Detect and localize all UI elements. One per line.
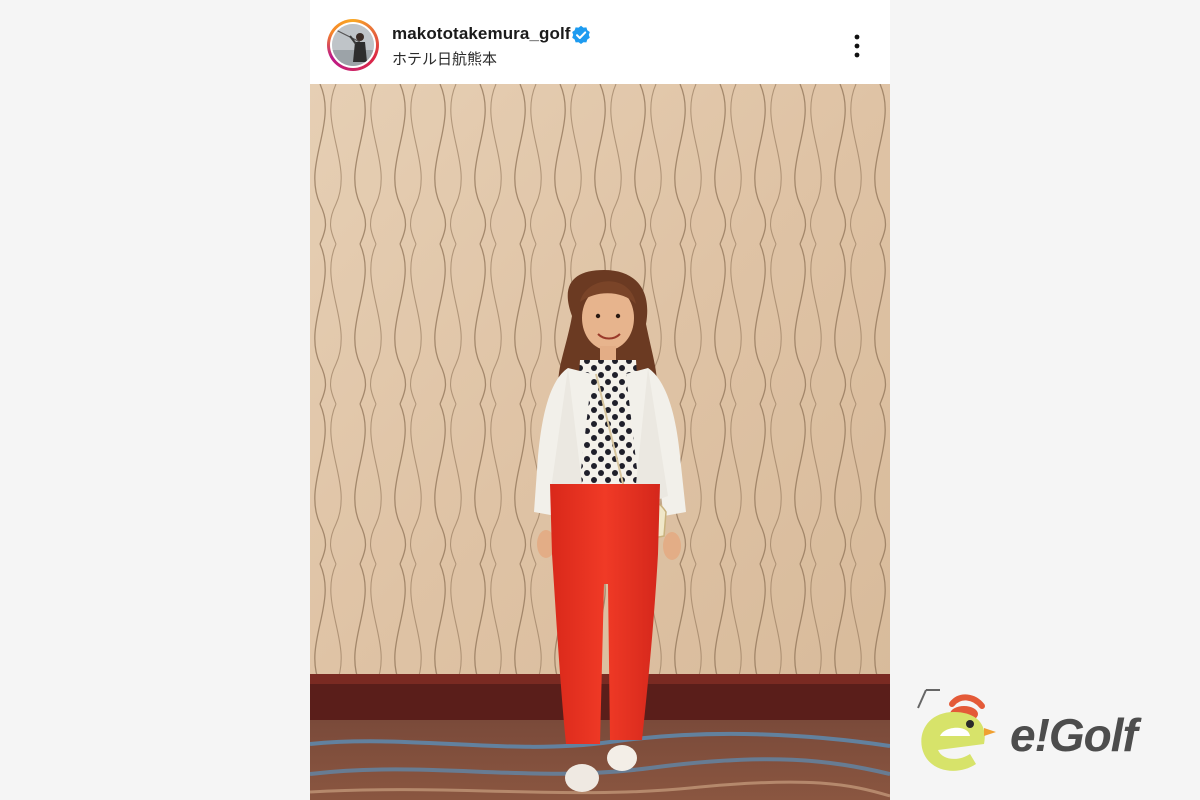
- mascot-bird-icon: [917, 689, 996, 771]
- avatar[interactable]: [330, 22, 376, 68]
- post-header: makototakemura_golf ホテル日航熊本: [310, 0, 890, 84]
- post-photo[interactable]: [310, 84, 890, 800]
- egolf-logo: e!Golf: [912, 684, 1182, 780]
- verified-badge-icon: [572, 25, 590, 44]
- logo-text: e!Golf: [1010, 709, 1138, 761]
- page: makototakemura_golf ホテル日航熊本 e!Golf: [0, 0, 1200, 800]
- post-location[interactable]: ホテル日航熊本: [392, 48, 497, 69]
- more-options-button[interactable]: [846, 32, 868, 60]
- post-username[interactable]: makototakemura_golf: [392, 24, 571, 44]
- avatar-image: [332, 24, 374, 66]
- avatar-story-ring[interactable]: [327, 19, 379, 71]
- instagram-post: makototakemura_golf ホテル日航熊本: [310, 0, 890, 800]
